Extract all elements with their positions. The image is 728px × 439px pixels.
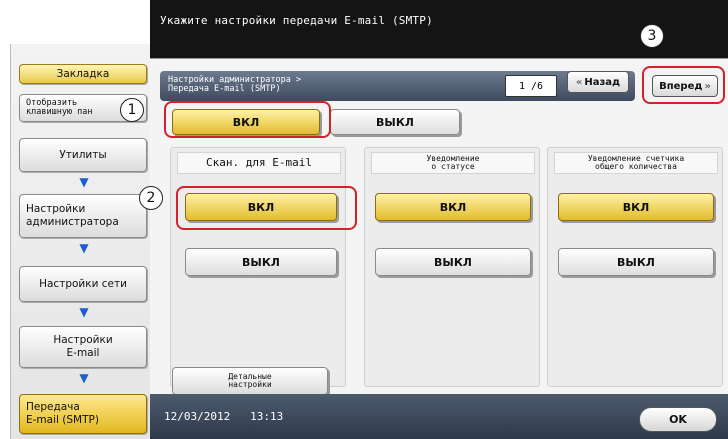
callout-highlight-3 (642, 66, 725, 104)
bookmark-button[interactable]: Закладка (19, 64, 147, 84)
sidebar-item-email-settings[interactable]: Настройки E-mail (19, 326, 147, 368)
chevron-left-icon: « (575, 76, 583, 88)
breadcrumb-text: Настройки администратора > Передача E-ma… (168, 76, 301, 94)
show-keypad-label-line2: клавишную пан (26, 107, 93, 117)
arrow-down-icon: ▼ (79, 305, 89, 319)
total-counter-notification-section: Уведомление счетчика общего количества В… (547, 147, 723, 387)
callout-number-2: 2 (139, 186, 163, 210)
scan-to-email-header: Скан. для E-mail (177, 152, 341, 174)
callout-highlight-1 (164, 101, 331, 138)
callout-highlight-2 (176, 186, 357, 230)
breadcrumb-line-2: Передача E-mail (SMTP) (168, 84, 281, 94)
callout-number-3: 3 (640, 24, 664, 48)
status-notification-header: Уведомление о статусе (371, 152, 535, 174)
callout-number-1: 1 (120, 98, 144, 122)
arrow-down-icon: ▼ (79, 175, 89, 189)
arrow-down-icon: ▼ (79, 371, 89, 385)
arrow-down-icon: ▼ (79, 241, 89, 255)
scan-to-email-section: Скан. для E-mail ВКЛ ВЫКЛ (170, 147, 346, 387)
breadcrumb: Настройки администратора > Передача E-ma… (160, 71, 635, 101)
ok-button[interactable]: OK (639, 407, 717, 432)
scan-to-email-off-button[interactable]: ВЫКЛ (185, 248, 337, 276)
page-indicator: 1 /6 (505, 75, 557, 97)
status-bar: 12/03/2012 13:13 OK (150, 394, 728, 439)
detail-settings-button[interactable]: Детальные настройки (172, 367, 328, 395)
smtp-off-button[interactable]: ВЫКЛ (330, 109, 460, 135)
sidebar-item-network-settings[interactable]: Настройки сети (19, 266, 147, 302)
back-button[interactable]: « Назад (567, 71, 629, 93)
status-date: 12/03/2012 (164, 410, 231, 423)
status-notification-on-button[interactable]: ВКЛ (375, 193, 531, 221)
sidebar-item-utilities[interactable]: Утилиты (19, 138, 147, 172)
back-button-label: Назад (584, 76, 621, 88)
sidebar-item-admin-settings[interactable]: Настройки администратора (19, 194, 147, 238)
status-notification-section: Уведомление о статусе ВКЛ ВЫКЛ (364, 147, 540, 387)
page-title: Укажите настройки передачи E-mail (SMTP) (160, 14, 433, 27)
sidebar-item-email-smtp[interactable]: Передача E-mail (SMTP) (19, 394, 147, 434)
status-datetime: 12/03/2012 13:13 (164, 410, 283, 423)
status-time: 13:13 (250, 410, 284, 423)
total-counter-notification-off-button[interactable]: ВЫКЛ (558, 248, 714, 276)
status-notification-off-button[interactable]: ВЫКЛ (375, 248, 531, 276)
total-counter-notification-header: Уведомление счетчика общего количества (554, 152, 718, 174)
total-counter-notification-on-button[interactable]: ВКЛ (558, 193, 714, 221)
